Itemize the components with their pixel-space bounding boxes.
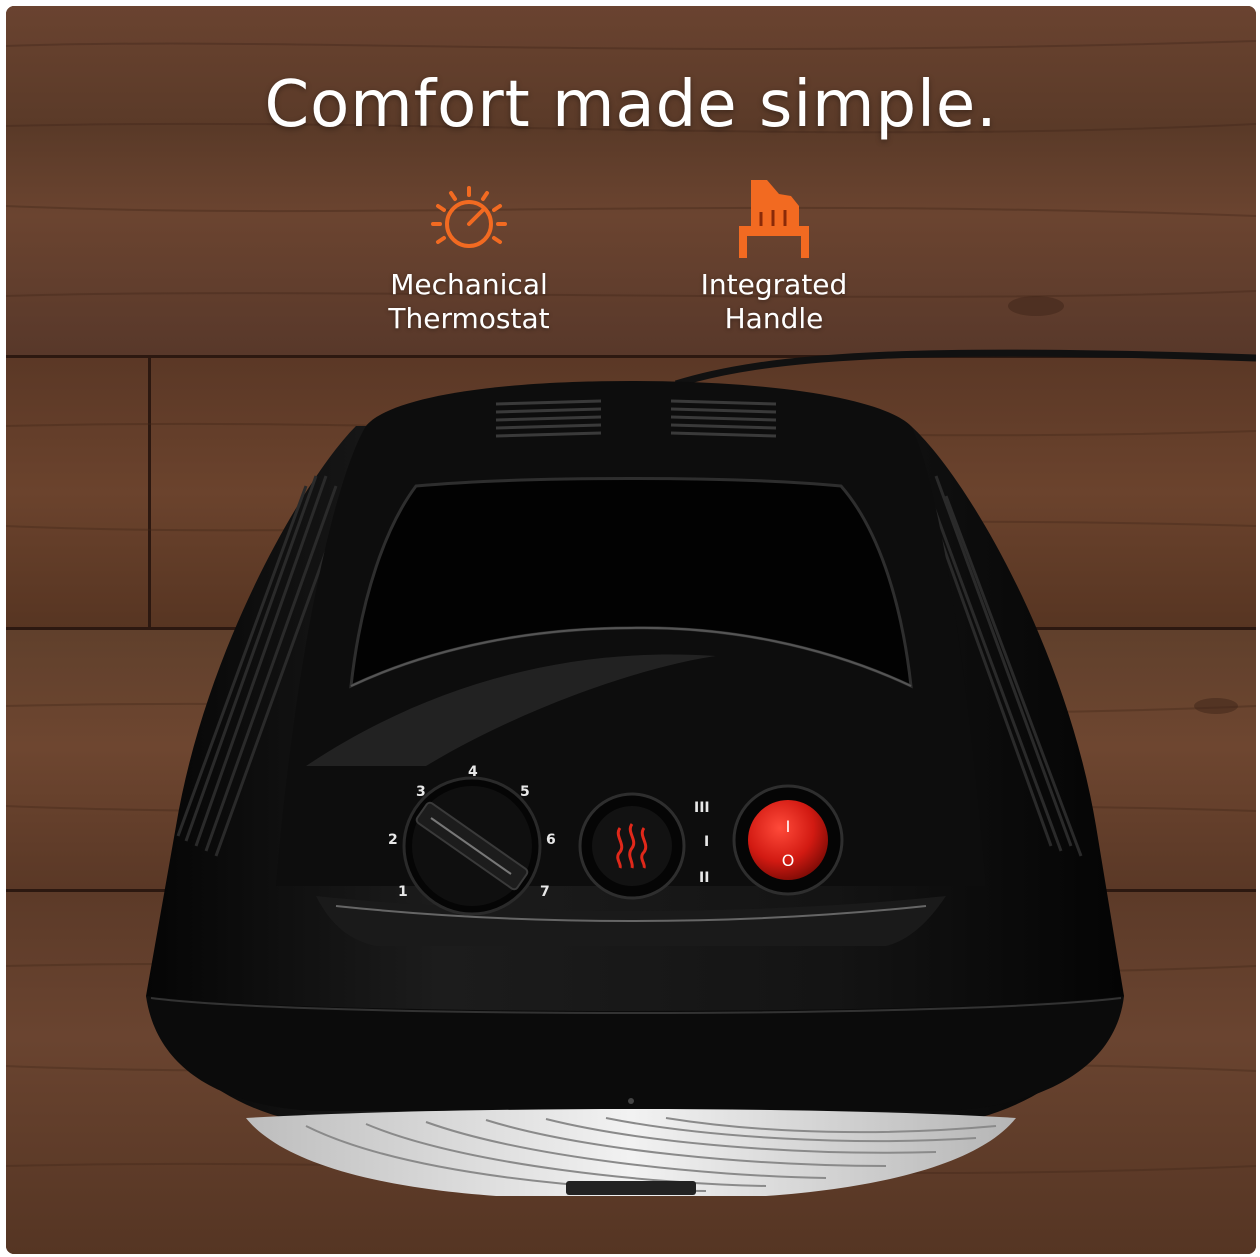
- dial-number: 3: [416, 784, 426, 800]
- dial-number: 2: [388, 832, 398, 848]
- power-switch: I O: [732, 784, 844, 896]
- dial-number: 4: [468, 764, 478, 780]
- mode-marking: I: [704, 834, 709, 850]
- mode-marking: III: [694, 800, 710, 816]
- power-cord: [674, 349, 1256, 388]
- mode-knob: [578, 792, 686, 900]
- switch-on-symbol: I: [786, 817, 791, 836]
- dial-number: 6: [546, 832, 556, 848]
- dial-number: 7: [540, 884, 550, 900]
- dial-number: 5: [520, 784, 530, 800]
- switch-off-symbol: O: [782, 851, 795, 870]
- mode-marking: II: [699, 870, 709, 886]
- space-heater: 1 2 3 4 5 6 7 III I II I O: [146, 349, 1256, 1196]
- dial-number: 1: [398, 884, 408, 900]
- product-image: Comfort made simple. Mechanical Thermost…: [6, 6, 1256, 1254]
